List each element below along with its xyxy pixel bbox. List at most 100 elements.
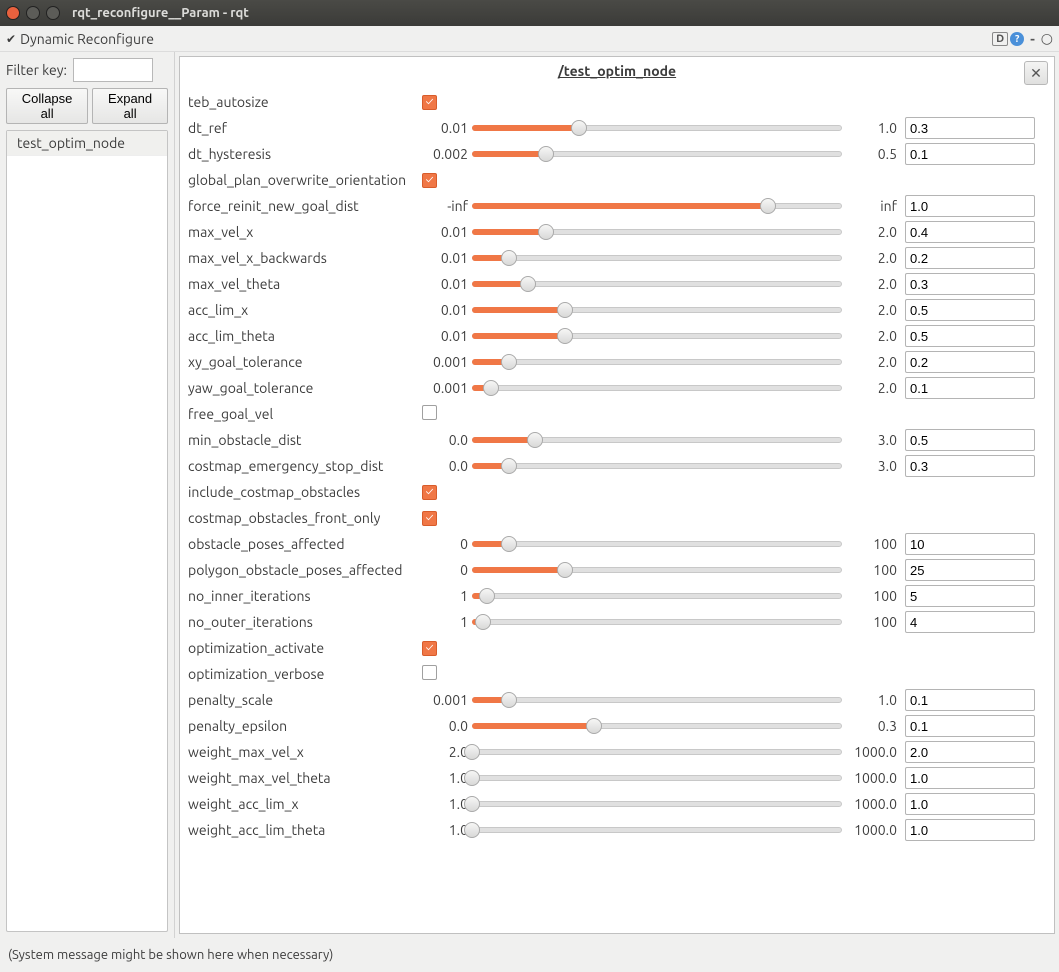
slider-thumb[interactable] bbox=[501, 354, 517, 370]
param-min: 0 bbox=[418, 562, 468, 578]
slider-thumb[interactable] bbox=[464, 822, 480, 838]
value-input[interactable] bbox=[905, 117, 1035, 139]
slider-thumb[interactable] bbox=[538, 224, 554, 240]
param-name: weight_acc_lim_x bbox=[184, 796, 414, 812]
value-input[interactable] bbox=[905, 429, 1035, 451]
slider[interactable] bbox=[472, 146, 842, 162]
dash-icon[interactable]: - bbox=[1030, 31, 1035, 47]
value-input[interactable] bbox=[905, 585, 1035, 607]
param-min: 0.001 bbox=[418, 380, 468, 396]
slider-thumb[interactable] bbox=[557, 328, 573, 344]
slider[interactable] bbox=[472, 328, 842, 344]
value-input[interactable] bbox=[905, 247, 1035, 269]
slider[interactable] bbox=[472, 562, 842, 578]
node-tree[interactable]: test_optim_node bbox=[6, 130, 168, 932]
slider[interactable] bbox=[472, 588, 842, 604]
slider-thumb[interactable] bbox=[501, 458, 517, 474]
param-row: global_plan_overwrite_orientation✓ bbox=[184, 167, 1044, 193]
slider[interactable] bbox=[472, 198, 842, 214]
slider-thumb[interactable] bbox=[586, 718, 602, 734]
slider-thumb[interactable] bbox=[464, 796, 480, 812]
slider[interactable] bbox=[472, 770, 842, 786]
slider-thumb[interactable] bbox=[520, 276, 536, 292]
value-input[interactable] bbox=[905, 793, 1035, 815]
slider-thumb[interactable] bbox=[557, 562, 573, 578]
param-row: costmap_emergency_stop_dist0.03.0 bbox=[184, 453, 1044, 479]
param-min: 0.01 bbox=[418, 276, 468, 292]
slider-thumb[interactable] bbox=[475, 614, 491, 630]
value-input[interactable] bbox=[905, 143, 1035, 165]
slider-thumb[interactable] bbox=[501, 692, 517, 708]
checkbox[interactable] bbox=[422, 665, 437, 680]
slider[interactable] bbox=[472, 250, 842, 266]
expand-all-button[interactable]: Expand all bbox=[92, 88, 168, 124]
value-input[interactable] bbox=[905, 767, 1035, 789]
slider[interactable] bbox=[472, 692, 842, 708]
value-input[interactable] bbox=[905, 559, 1035, 581]
slider[interactable] bbox=[472, 224, 842, 240]
value-input[interactable] bbox=[905, 221, 1035, 243]
param-row: weight_max_vel_x2.01000.0 bbox=[184, 739, 1044, 765]
slider-thumb[interactable] bbox=[501, 536, 517, 552]
dq-icon[interactable]: D ? bbox=[992, 32, 1024, 46]
value-input[interactable] bbox=[905, 325, 1035, 347]
slider[interactable] bbox=[472, 796, 842, 812]
window-minimize-icon[interactable] bbox=[26, 6, 40, 20]
value-input[interactable] bbox=[905, 533, 1035, 555]
checkbox[interactable]: ✓ bbox=[422, 485, 437, 500]
param-min: 1.0 bbox=[418, 796, 468, 812]
value-input[interactable] bbox=[905, 455, 1035, 477]
slider[interactable] bbox=[472, 614, 842, 630]
collapse-all-button[interactable]: Collapse all bbox=[6, 88, 88, 124]
value-input[interactable] bbox=[905, 377, 1035, 399]
slider[interactable] bbox=[472, 744, 842, 760]
value-input[interactable] bbox=[905, 741, 1035, 763]
value-input[interactable] bbox=[905, 351, 1035, 373]
slider-thumb[interactable] bbox=[571, 120, 587, 136]
param-max: inf bbox=[846, 198, 901, 214]
checkbox[interactable]: ✓ bbox=[422, 511, 437, 526]
slider[interactable] bbox=[472, 718, 842, 734]
slider-thumb[interactable] bbox=[501, 250, 517, 266]
checkbox[interactable]: ✓ bbox=[422, 95, 437, 110]
checkbox[interactable]: ✓ bbox=[422, 173, 437, 188]
value-input[interactable] bbox=[905, 195, 1035, 217]
slider[interactable] bbox=[472, 458, 842, 474]
slider[interactable] bbox=[472, 302, 842, 318]
circle-icon[interactable]: ○ bbox=[1041, 30, 1053, 47]
slider[interactable] bbox=[472, 432, 842, 448]
slider[interactable] bbox=[472, 354, 842, 370]
window-close-icon[interactable] bbox=[6, 6, 20, 20]
close-icon[interactable]: ✕ bbox=[1024, 61, 1048, 85]
slider-thumb[interactable] bbox=[760, 198, 776, 214]
slider[interactable] bbox=[472, 822, 842, 838]
slider[interactable] bbox=[472, 120, 842, 136]
param-min: 1 bbox=[418, 588, 468, 604]
checkbox[interactable] bbox=[422, 405, 437, 420]
slider[interactable] bbox=[472, 276, 842, 292]
slider-thumb[interactable] bbox=[479, 588, 495, 604]
value-input[interactable] bbox=[905, 299, 1035, 321]
slider-thumb[interactable] bbox=[464, 770, 480, 786]
value-input[interactable] bbox=[905, 273, 1035, 295]
slider-thumb[interactable] bbox=[464, 744, 480, 760]
slider-thumb[interactable] bbox=[538, 146, 554, 162]
slider-thumb[interactable] bbox=[483, 380, 499, 396]
tree-item[interactable]: test_optim_node bbox=[7, 131, 167, 156]
content-title: /test_optim_node bbox=[558, 63, 676, 79]
slider-thumb[interactable] bbox=[527, 432, 543, 448]
value-input[interactable] bbox=[905, 689, 1035, 711]
slider[interactable] bbox=[472, 380, 842, 396]
filter-input[interactable] bbox=[73, 58, 153, 82]
slider-thumb[interactable] bbox=[557, 302, 573, 318]
checkbox[interactable]: ✓ bbox=[422, 641, 437, 656]
value-input[interactable] bbox=[905, 611, 1035, 633]
param-min: 0.0 bbox=[418, 432, 468, 448]
window-maximize-icon[interactable] bbox=[46, 6, 60, 20]
value-input[interactable] bbox=[905, 715, 1035, 737]
slider[interactable] bbox=[472, 536, 842, 552]
params-list: teb_autosize✓dt_ref0.011.0dt_hysteresis0… bbox=[180, 85, 1054, 933]
param-row: acc_lim_x0.012.0 bbox=[184, 297, 1044, 323]
value-input[interactable] bbox=[905, 819, 1035, 841]
param-row: yaw_goal_tolerance0.0012.0 bbox=[184, 375, 1044, 401]
